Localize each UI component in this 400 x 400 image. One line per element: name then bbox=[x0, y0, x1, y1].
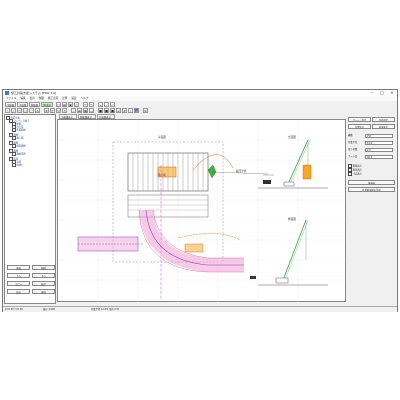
dimension-icon[interactable]: ↔ bbox=[89, 107, 94, 113]
building-icon[interactable]: ▦ bbox=[83, 107, 88, 113]
rect-icon[interactable]: ▭ bbox=[17, 107, 22, 113]
dimension-checkbox[interactable]: 寸法表示 bbox=[348, 172, 362, 176]
tab-overall[interactable]: 全体図 bbox=[5, 101, 16, 107]
line-icon[interactable]: ╱ bbox=[11, 107, 16, 113]
app-window: 施工計画支援システム [PRO 3.0] – □ × ファイル 編集 表示 作図… bbox=[2, 89, 398, 312]
redo-icon[interactable]: ↷ bbox=[89, 101, 94, 107]
crane-plan bbox=[184, 243, 204, 253]
tree-node[interactable]: 敷地境界 bbox=[12, 152, 26, 156]
load-field[interactable]: 2.5 bbox=[365, 147, 393, 152]
grid-icon[interactable]: # bbox=[122, 107, 127, 113]
layer-icon[interactable]: ≡ bbox=[116, 107, 121, 113]
label-elevation: 立面図 bbox=[288, 135, 296, 139]
save-icon[interactable]: ▣ bbox=[68, 101, 73, 107]
status-bar: X=0.00 Y=0.00 縮尺 1/100 作業半径 12.0m 吊荷 2.5… bbox=[3, 306, 397, 312]
toolbar-draw: ↖ ╱ ▭ ○ ◠ A ✥ ⟳ ⇋ ✕ ⊥ ▬ ▦ ↔ ■ ■ ■ ≡ # ⌖ … bbox=[3, 107, 397, 113]
calculate-button[interactable]: 計算実行 bbox=[348, 124, 371, 129]
elevation-upper bbox=[258, 139, 328, 189]
radius-label: 作業半径 bbox=[348, 141, 358, 144]
label-plan: 平面図 bbox=[158, 135, 166, 139]
snap-icon[interactable]: ⌖ bbox=[128, 107, 133, 113]
tree-node[interactable]: 既設建物 bbox=[12, 144, 26, 148]
tree-node[interactable]: 作業範囲 bbox=[12, 128, 26, 132]
crane-icon[interactable]: ⊥ bbox=[71, 107, 76, 113]
open-icon[interactable]: ▤ bbox=[62, 101, 67, 107]
mirror-icon[interactable]: ⇋ bbox=[56, 107, 61, 113]
tree-node[interactable]: 仮囲い bbox=[12, 163, 23, 167]
tree-panel: 作業計画 クレーン計画 1 配置 吊り荷 作業範囲 道路 搬入路 建物 既設建物… bbox=[4, 114, 56, 304]
building-plan bbox=[127, 152, 209, 218]
status-coords: X=0.00 Y=0.00 bbox=[5, 308, 23, 311]
add-button[interactable]: 追加 bbox=[7, 265, 30, 270]
status-info: 作業半径 12.0m 吊荷 2.5t bbox=[91, 308, 119, 311]
move-icon[interactable]: ✥ bbox=[44, 107, 49, 113]
model-field[interactable]: 25t bbox=[365, 133, 393, 138]
rotate-icon[interactable]: ⟳ bbox=[50, 107, 55, 113]
text-icon[interactable]: A bbox=[35, 107, 40, 113]
tab-side[interactable]: 側面図 bbox=[29, 101, 40, 107]
tab-plan[interactable]: 平面図 bbox=[17, 101, 28, 107]
delete-icon[interactable]: ✕ bbox=[62, 107, 67, 113]
label-swing-radius: 旋回半径 bbox=[236, 169, 247, 173]
boom-label: ブーム長 bbox=[348, 155, 358, 158]
load-button[interactable]: 読込 bbox=[7, 289, 30, 294]
tree-node[interactable]: 搬入路 bbox=[12, 136, 23, 140]
model-label: 機種 bbox=[348, 134, 353, 137]
load-settings-button[interactable]: 吊荷設定 bbox=[372, 117, 395, 122]
print-icon[interactable]: ⎙ bbox=[74, 101, 79, 107]
radius-field[interactable]: 12.0 bbox=[365, 140, 393, 145]
arc-icon[interactable]: ◠ bbox=[29, 107, 34, 113]
paste-button[interactable]: 貼付 bbox=[32, 281, 55, 286]
tab-3d[interactable]: 3D表示 bbox=[41, 101, 53, 107]
redraw-button[interactable]: 再描画 bbox=[348, 180, 395, 185]
zoom-in-icon[interactable]: + bbox=[98, 101, 103, 107]
delete-button[interactable]: 削除 bbox=[32, 265, 55, 270]
color-blue-icon[interactable]: ■ bbox=[104, 107, 109, 113]
crane-marker bbox=[207, 164, 217, 179]
app-icon bbox=[5, 91, 9, 95]
load-label: 吊り荷重 bbox=[348, 148, 358, 151]
create-range-button[interactable]: 作業範囲図を作成 bbox=[348, 187, 395, 192]
measure-icon[interactable]: ⊿ bbox=[134, 107, 139, 113]
copy-button[interactable]: コピー bbox=[7, 281, 30, 286]
color-green-icon[interactable]: ■ bbox=[110, 107, 115, 113]
new-icon[interactable]: □ bbox=[56, 101, 61, 107]
move-down-button[interactable]: 下へ bbox=[32, 273, 55, 278]
label-side: 側面図 bbox=[288, 217, 296, 221]
drawing-canvas[interactable]: 平面図 立面図 側面図 旋回半径 吊り荷 bbox=[57, 119, 346, 302]
result-button[interactable]: 結果表示 bbox=[372, 124, 395, 129]
drawing-svg: 平面図 立面図 側面図 旋回半径 吊り荷 bbox=[58, 120, 346, 302]
fit-icon[interactable]: ⤢ bbox=[110, 101, 115, 107]
move-up-button[interactable]: 上へ bbox=[7, 273, 30, 278]
label-load: 吊り荷 bbox=[158, 173, 166, 177]
zoom-out-icon[interactable]: − bbox=[104, 101, 109, 107]
window-title: 施工計画支援システム [PRO 3.0] bbox=[11, 91, 57, 95]
boom-field[interactable]: 30.5 bbox=[365, 154, 393, 159]
status-scale: 縮尺 1/100 bbox=[43, 308, 55, 311]
save-button[interactable]: 保存 bbox=[32, 289, 55, 294]
settings-icon[interactable]: ⚙ bbox=[143, 107, 148, 113]
crane-settings-button[interactable]: クレーン設定 bbox=[348, 117, 371, 122]
truck-icon[interactable]: ▬ bbox=[77, 107, 82, 113]
color-red-icon[interactable]: ■ bbox=[98, 107, 103, 113]
property-panel: クレーン設定 吊荷設定 計算実行 結果表示 機種 25t 作業半径 12.0 吊… bbox=[347, 114, 397, 304]
select-icon[interactable]: ↖ bbox=[5, 107, 10, 113]
circle-icon[interactable]: ○ bbox=[23, 107, 28, 113]
elevation-lower bbox=[250, 219, 328, 286]
grid bbox=[58, 120, 346, 302]
undo-icon[interactable]: ↶ bbox=[83, 101, 88, 107]
